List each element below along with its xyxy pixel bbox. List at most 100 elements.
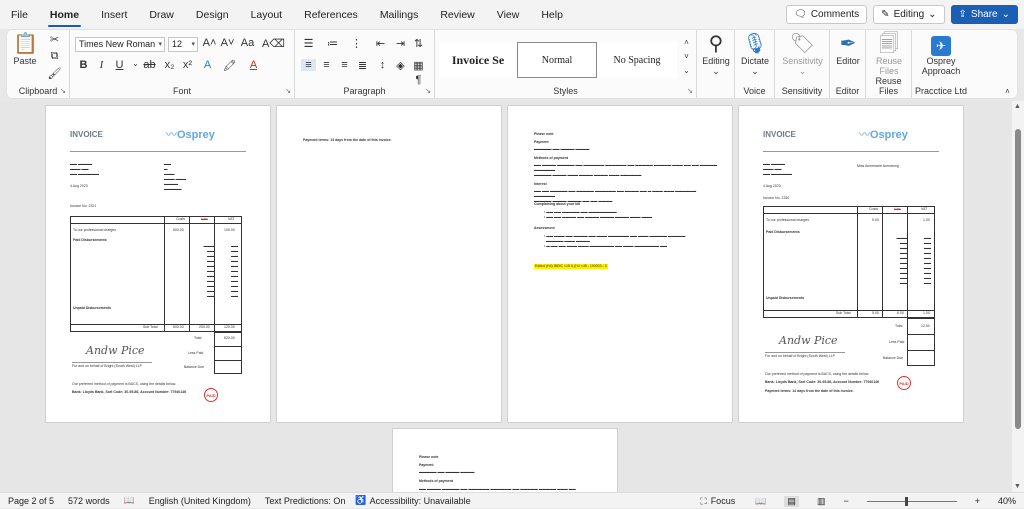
scroll-up-icon[interactable]: ▲	[1014, 103, 1021, 110]
grow-font-icon[interactable]: A˄	[202, 37, 217, 49]
web-layout-icon[interactable]: ▥	[817, 496, 826, 507]
collapse-ribbon-icon[interactable]: ˄	[1000, 87, 1015, 96]
editing-mode-button[interactable]: ✎ Editing ⌄	[873, 5, 945, 24]
reuse-files-button[interactable]: 🗐 Reuse Files	[869, 32, 909, 76]
zoom-level[interactable]: 40%	[998, 496, 1016, 506]
text-predictions[interactable]: Text Predictions: On	[265, 496, 346, 506]
show-formatting-icon[interactable]: ¶	[411, 74, 426, 86]
dictate-button[interactable]: 🎙 Dictate ⌄	[738, 32, 772, 77]
page-indicator[interactable]: Page 2 of 5	[8, 496, 54, 506]
bullets-icon[interactable]: ☰	[301, 37, 316, 50]
launcher-icon[interactable]: ↘	[687, 87, 693, 95]
subscript-icon[interactable]: x₂	[162, 59, 177, 71]
launcher-icon[interactable]: ↘	[285, 87, 291, 95]
align-right-icon[interactable]: ≡	[337, 59, 352, 71]
focus-icon[interactable]: ⛶	[700, 496, 706, 507]
decrease-indent-icon[interactable]: ⇤	[373, 37, 388, 50]
style-invoice[interactable]: Invoice Se	[439, 42, 517, 78]
tab-draw[interactable]: Draw	[138, 0, 185, 29]
costs-header: Costs	[176, 217, 185, 221]
launcher-icon[interactable]: ↘	[425, 87, 431, 95]
tab-review[interactable]: Review	[429, 0, 485, 29]
tab-file[interactable]: File	[0, 0, 39, 29]
style-normal[interactable]: Normal	[517, 42, 597, 78]
shading-icon[interactable]: ◈	[393, 59, 408, 72]
numbering-icon[interactable]: ≔	[325, 37, 340, 50]
tab-help[interactable]: Help	[530, 0, 574, 29]
format-painter-icon[interactable]: 🖌	[47, 67, 62, 80]
accessibility-status[interactable]: Accessibility: Unavailable	[370, 496, 471, 506]
text-effects-icon[interactable]: A	[200, 59, 215, 71]
justify-icon[interactable]: ≣	[355, 59, 370, 72]
align-left-icon[interactable]: ≡	[301, 59, 316, 71]
vertical-scrollbar[interactable]: ▲ ▼	[1012, 101, 1024, 492]
divider	[214, 346, 242, 347]
document-area[interactable]: INVOICE 〰Osprey ▬▬ ▬▬▬▬ ▬▬▬ ▬▬ ▬▬ ▬▬▬▬▬▬ ▬…	[0, 101, 1012, 492]
borders-icon[interactable]: ▦	[411, 59, 426, 72]
font-family-select[interactable]: Times New Roman ▾	[75, 37, 165, 52]
multilevel-list-icon[interactable]: ⋮	[349, 37, 364, 50]
signature: Andw Pice	[779, 334, 838, 347]
line-spacing-icon[interactable]: ↕	[375, 59, 390, 71]
zoom-slider-thumb[interactable]	[904, 496, 908, 506]
tab-home[interactable]: Home	[39, 0, 90, 29]
print-layout-icon[interactable]: ▤	[784, 495, 799, 507]
page-1[interactable]: INVOICE 〰Osprey ▬▬ ▬▬▬▬ ▬▬▬ ▬▬ ▬▬ ▬▬▬▬▬▬ ▬…	[45, 105, 271, 423]
disb-values: ▬▬▬ ▬▬ ▬▬ ▬▬ ▬▬ ▬▬ ▬▬ ▬▬ ▬▬ ▬▬	[896, 236, 908, 285]
more-styles-icon[interactable]: ⌄	[679, 66, 694, 75]
launcher-icon[interactable]: ↘	[60, 87, 66, 95]
chevron-up-icon[interactable]: ˄	[679, 38, 694, 47]
tab-view[interactable]: View	[486, 0, 531, 29]
zoom-out-icon[interactable]: −	[843, 496, 848, 506]
page-3[interactable]: Please note Payment ▬▬▬▬▬ ▬▬ ▬▬▬▬ ▬▬▬▬ M…	[507, 105, 733, 423]
zoom-in-icon[interactable]: +	[975, 496, 980, 506]
chevron-down-icon[interactable]: ⌄	[128, 59, 143, 68]
scrollbar-thumb[interactable]	[1015, 129, 1021, 429]
read-mode-icon[interactable]: 📖	[755, 496, 766, 507]
page-2[interactable]: Payment terms: 14 days from the date of …	[276, 105, 502, 423]
paste-button[interactable]: 📋 Paste	[13, 32, 38, 66]
word-count[interactable]: 572 words	[68, 496, 110, 506]
shrink-font-icon[interactable]: A˅	[220, 37, 235, 49]
chevron-down-icon[interactable]: ˅	[679, 52, 694, 61]
editing-button[interactable]: ⚲ Editing ⌄	[699, 32, 733, 77]
editor-button[interactable]: ✒ Editor	[832, 32, 864, 66]
font-size-select[interactable]: 12 ▾	[168, 37, 198, 52]
tab-mailings[interactable]: Mailings	[369, 0, 430, 29]
italic-icon[interactable]: I	[94, 59, 109, 71]
sensitivity-button[interactable]: 🏷 Sensitivity ⌄	[777, 32, 828, 77]
bird-icon: 〰	[859, 129, 870, 141]
zoom-slider[interactable]	[866, 496, 957, 506]
signed-for: For and on behalf of Bright (South West)…	[765, 354, 835, 358]
align-center-icon[interactable]: ≡	[319, 59, 334, 71]
sort-icon[interactable]: ⇅	[411, 37, 426, 50]
highlight-icon[interactable]: 🖍	[222, 59, 237, 72]
osprey-approach-button[interactable]: ✈ Osprey Approach	[914, 32, 968, 76]
underline-icon[interactable]: U	[112, 59, 127, 71]
tab-references[interactable]: References	[293, 0, 369, 29]
proofing-icon[interactable]: 📖	[124, 495, 135, 506]
strikethrough-icon[interactable]: ab	[142, 59, 157, 71]
total-value: 12.00	[921, 324, 930, 328]
share-button[interactable]: ⇪ Share ⌄	[950, 5, 1018, 24]
interest-heading: Interest	[534, 182, 547, 186]
subtotal-label: Sub Total	[143, 325, 158, 329]
change-case-icon[interactable]: Aa	[240, 37, 255, 49]
copy-icon[interactable]: ⧉	[47, 50, 62, 63]
font-color-icon[interactable]: A	[246, 59, 261, 71]
superscript-icon[interactable]: x²	[180, 59, 195, 71]
comments-button[interactable]: 🗨 Comments	[786, 5, 868, 24]
page-5[interactable]: Please note Payment ▬▬▬▬▬ ▬▬ ▬▬▬▬ ▬▬▬▬ M…	[392, 428, 618, 492]
language[interactable]: English (United Kingdom)	[149, 496, 251, 506]
tab-design[interactable]: Design	[185, 0, 240, 29]
clear-formatting-icon[interactable]: A⌫	[262, 37, 285, 50]
tab-layout[interactable]: Layout	[240, 0, 294, 29]
focus-label[interactable]: Focus	[711, 496, 736, 506]
style-no-spacing[interactable]: No Spacing	[597, 42, 677, 78]
increase-indent-icon[interactable]: ⇥	[393, 37, 408, 50]
scroll-down-icon[interactable]: ▼	[1014, 483, 1021, 490]
bold-icon[interactable]: B	[76, 59, 91, 71]
tab-insert[interactable]: Insert	[90, 0, 138, 29]
page-4[interactable]: INVOICE 〰Osprey ▬▬ ▬▬▬▬ ▬▬▬ ▬▬ ▬▬ ▬▬▬▬▬▬ M…	[738, 105, 964, 423]
cut-icon[interactable]: ✂	[47, 33, 62, 46]
